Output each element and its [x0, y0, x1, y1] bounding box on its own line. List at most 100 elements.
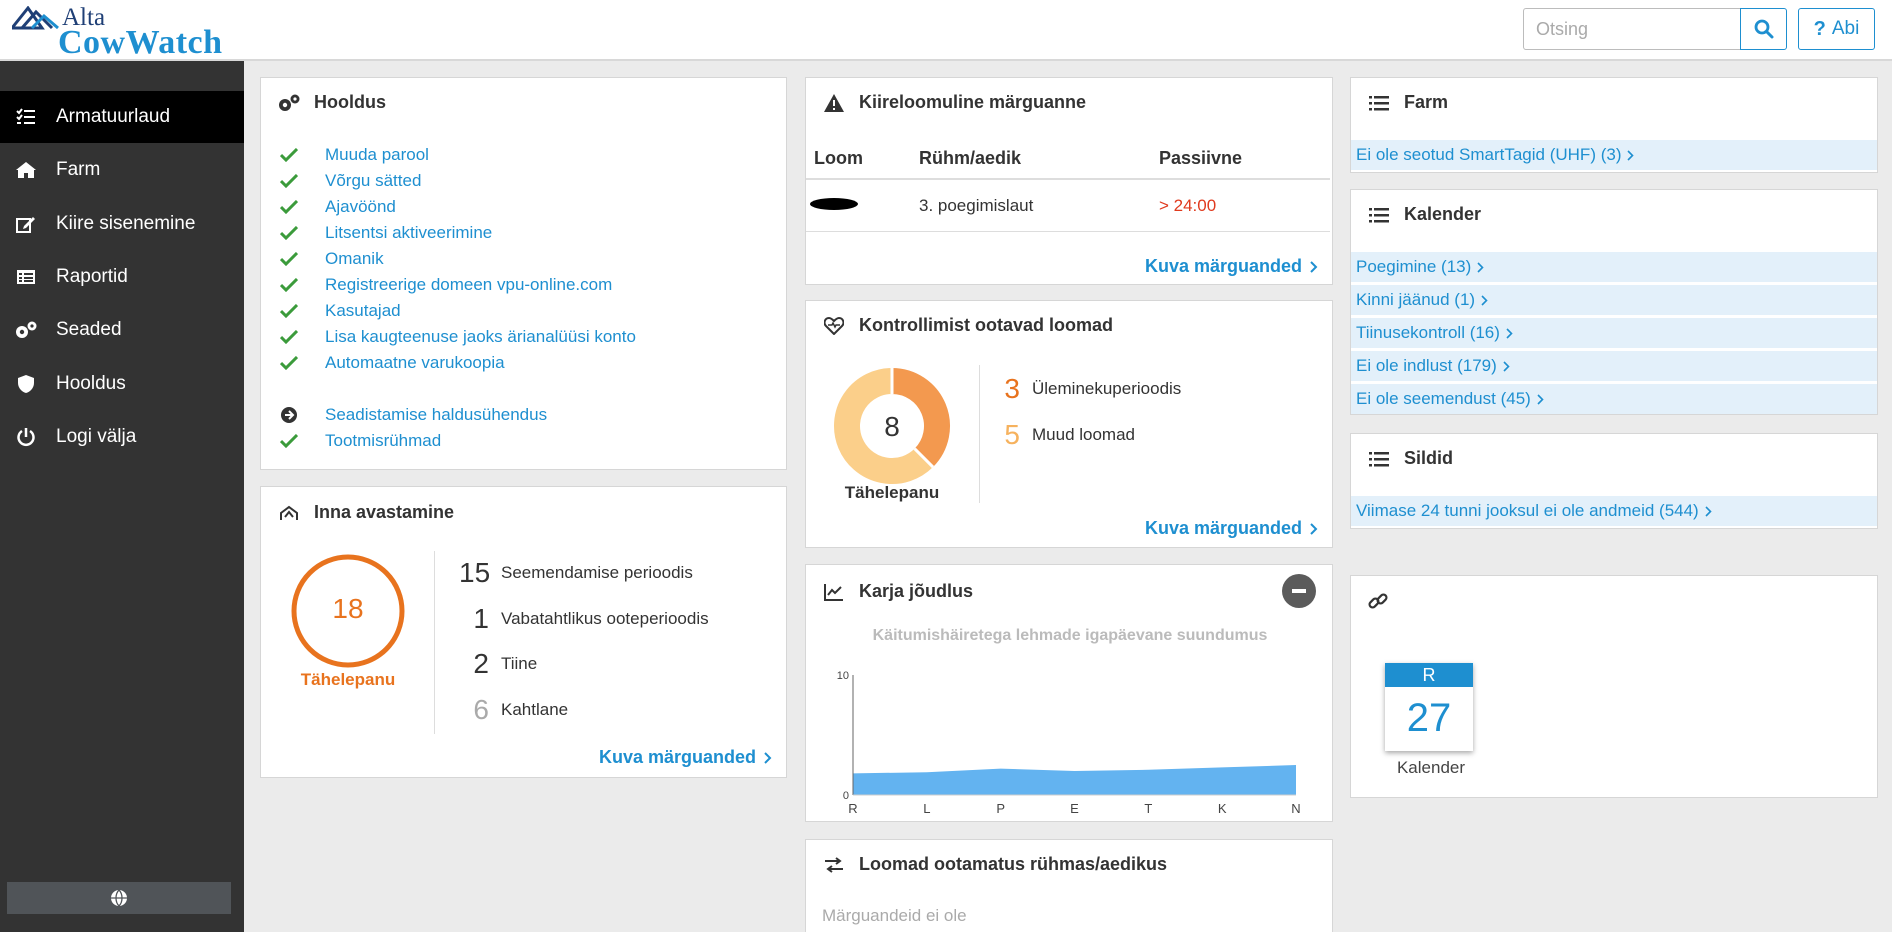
heat-stat-row[interactable]: 1 Vabatahtlikus ooteperioodis [459, 603, 708, 635]
sidebar: Armatuurlaud Farm Kiire sisenemine Rapor… [0, 61, 244, 932]
unexpected-group-card-title: Loomad ootamatus rühmas/aedikus [822, 854, 1167, 875]
checkup-total-count: 8 [884, 411, 900, 442]
heat-stat-row[interactable]: 2 Tiine [459, 648, 537, 680]
exchange-icon [822, 856, 846, 873]
chevron-right-icon [764, 751, 772, 764]
help-label: Abi [1831, 18, 1860, 39]
heat-total-count: 18 [332, 593, 364, 624]
maintenance-link[interactable]: Lisa kaugteenuse jaoks ärianalüüsi konto [325, 327, 636, 347]
help-button[interactable]: ? Abi [1798, 8, 1875, 50]
maintenance-link[interactable]: Automaatne varukoopia [325, 353, 505, 373]
sidebar-item-label: Logi välja [56, 426, 137, 447]
maintenance-link[interactable]: Litsentsi aktiveerimine [325, 223, 492, 243]
calendar-day: 27 [1406, 696, 1452, 740]
list-item: Kasutajad [277, 298, 636, 324]
check-icon [277, 200, 301, 214]
sidebar-item-quick-entry[interactable]: Kiire sisenemine [0, 198, 244, 250]
chevron-right-icon [1506, 327, 1513, 339]
calendar-link-row[interactable]: Tiinusekontroll (16) [1351, 318, 1877, 348]
heat-stat-row[interactable]: 6 Kahtlane [459, 694, 568, 726]
x-tick-label: T [1144, 801, 1152, 816]
logo-cowwatch-text: CowWatch [58, 24, 223, 61]
heat-stat-row[interactable]: 15 Seemendamise perioodis [459, 557, 693, 589]
sidebar-item-logout[interactable]: Logi välja [0, 411, 244, 463]
check-icon [277, 304, 301, 318]
chevron-right-icon [1310, 260, 1318, 273]
checkup-view-alerts-link[interactable]: Kuva märguanded [1145, 518, 1318, 539]
maintenance-card-title: Hooldus [277, 92, 386, 113]
x-tick-label: K [1218, 801, 1227, 816]
farm-link-row[interactable]: Ei ole seotud SmartTagid (UHF) (3) [1351, 140, 1877, 170]
sidebar-item-dashboard[interactable]: Armatuurlaud [0, 91, 244, 143]
empty-message: Märguandeid ei ole [822, 906, 967, 925]
shield-icon [13, 374, 38, 394]
collapse-button[interactable] [1282, 574, 1316, 608]
y-tick-label: 10 [837, 670, 849, 682]
checkup-stat-row[interactable]: 3 Üleminekuperioodis [990, 373, 1181, 405]
sidebar-item-label: Kiire sisenemine [56, 213, 196, 234]
unexpected-group-card: Loomad ootamatus rühmas/aedikus Märguand… [805, 839, 1333, 932]
heart-pulse-icon [822, 316, 846, 335]
search-input[interactable] [1523, 8, 1755, 50]
alta-cowwatch-logo[interactable]: Alta CowWatch [12, 4, 232, 61]
chevron-right-icon [1627, 149, 1635, 161]
urgent-alert-card: Kiireloomuline märguanne Loom Rühm/aedik… [805, 77, 1333, 285]
maintenance-link[interactable]: Ajavöönd [325, 197, 396, 217]
search-icon [1754, 19, 1773, 39]
maintenance-link[interactable]: Omanik [325, 249, 384, 269]
sidebar-item-maintenance[interactable]: Hooldus [0, 358, 244, 410]
maintenance-link[interactable]: Registreerige domeen vpu-online.com [325, 275, 612, 295]
check-icon [277, 330, 301, 344]
calendar-link-row[interactable]: Poegimine (13) [1351, 252, 1877, 282]
alta-logo-icon [12, 6, 59, 30]
calendar-link-row[interactable]: Ei ole indlust (179) [1351, 351, 1877, 381]
search-button[interactable] [1740, 8, 1787, 50]
chevron-right-icon [1537, 393, 1544, 405]
language-selector[interactable] [7, 882, 231, 914]
check-icon [277, 174, 301, 188]
sidebar-item-label: Hooldus [56, 373, 126, 394]
urgent-view-alerts-link[interactable]: Kuva märguanded [1145, 256, 1318, 277]
farm-card-title: Farm [1367, 92, 1448, 113]
tags-link-row[interactable]: Viimase 24 tunni jooksul ei ole andmeid … [1351, 496, 1877, 526]
check-icon [277, 148, 301, 162]
gears-icon [277, 93, 301, 113]
heat-cow-icon [277, 504, 301, 522]
maintenance-link[interactable]: Seadistamise haldusühendus [325, 405, 547, 425]
herd-card-title: Karja jõudlus [822, 581, 973, 602]
line-chart-icon [822, 583, 846, 601]
sidebar-item-farm[interactable]: Farm [0, 144, 244, 196]
maintenance-link[interactable]: Tootmisrühmad [325, 431, 441, 451]
minus-icon [1292, 589, 1306, 593]
table-row[interactable]: 3. poegimislaut > 24:00 [806, 180, 1330, 232]
quick-links-card: R 27 Kalender [1350, 575, 1878, 798]
calendar-link-row[interactable]: Kinni jäänud (1) [1351, 285, 1877, 315]
maintenance-link[interactable]: Võrgu sätted [325, 171, 421, 191]
calendar-card-title: Kalender [1367, 204, 1481, 225]
sidebar-item-settings[interactable]: Seaded [0, 304, 244, 356]
urgent-alert-table: Loom Rühm/aedik Passiivne 3. poegimislau… [806, 138, 1330, 232]
calendar-shortcut[interactable]: R 27 [1385, 663, 1473, 751]
list-item: Tootmisrühmad [277, 428, 636, 454]
list-item: Litsentsi aktiveerimine [277, 220, 636, 246]
maintenance-list: Muuda parool Võrgu sätted Ajavöönd Litse… [277, 142, 636, 454]
calendar-link-row[interactable]: Ei ole seemendust (45) [1351, 384, 1877, 414]
heat-view-alerts-link[interactable]: Kuva märguanded [599, 747, 772, 768]
animal-id-redacted [806, 196, 919, 216]
arrow-circle-icon [277, 406, 301, 424]
maintenance-card: Hooldus Muuda parool Võrgu sätted Ajavöö… [260, 77, 787, 470]
checkup-total-label: Tähelepanu [844, 483, 940, 502]
check-icon [277, 356, 301, 370]
x-tick-label: P [996, 801, 1005, 816]
chart-title: Käitumishäiretega lehmade igapäevane suu… [872, 627, 1268, 644]
checkup-stat-row[interactable]: 5 Muud loomad [990, 419, 1135, 451]
maintenance-link[interactable]: Kasutajad [325, 301, 401, 321]
maintenance-link[interactable]: Muuda parool [325, 145, 429, 165]
calendar-shortcut-label: Kalender [1396, 758, 1466, 777]
chevron-right-icon [1503, 360, 1510, 372]
herd-performance-card: Karja jõudlus Käitumishäiretega lehmade … [805, 564, 1333, 822]
power-icon [13, 427, 38, 447]
top-bar: Alta CowWatch ? Abi [0, 0, 1892, 61]
sidebar-item-reports[interactable]: Raportid [0, 251, 244, 303]
calendar-weekday: R [1385, 663, 1473, 687]
